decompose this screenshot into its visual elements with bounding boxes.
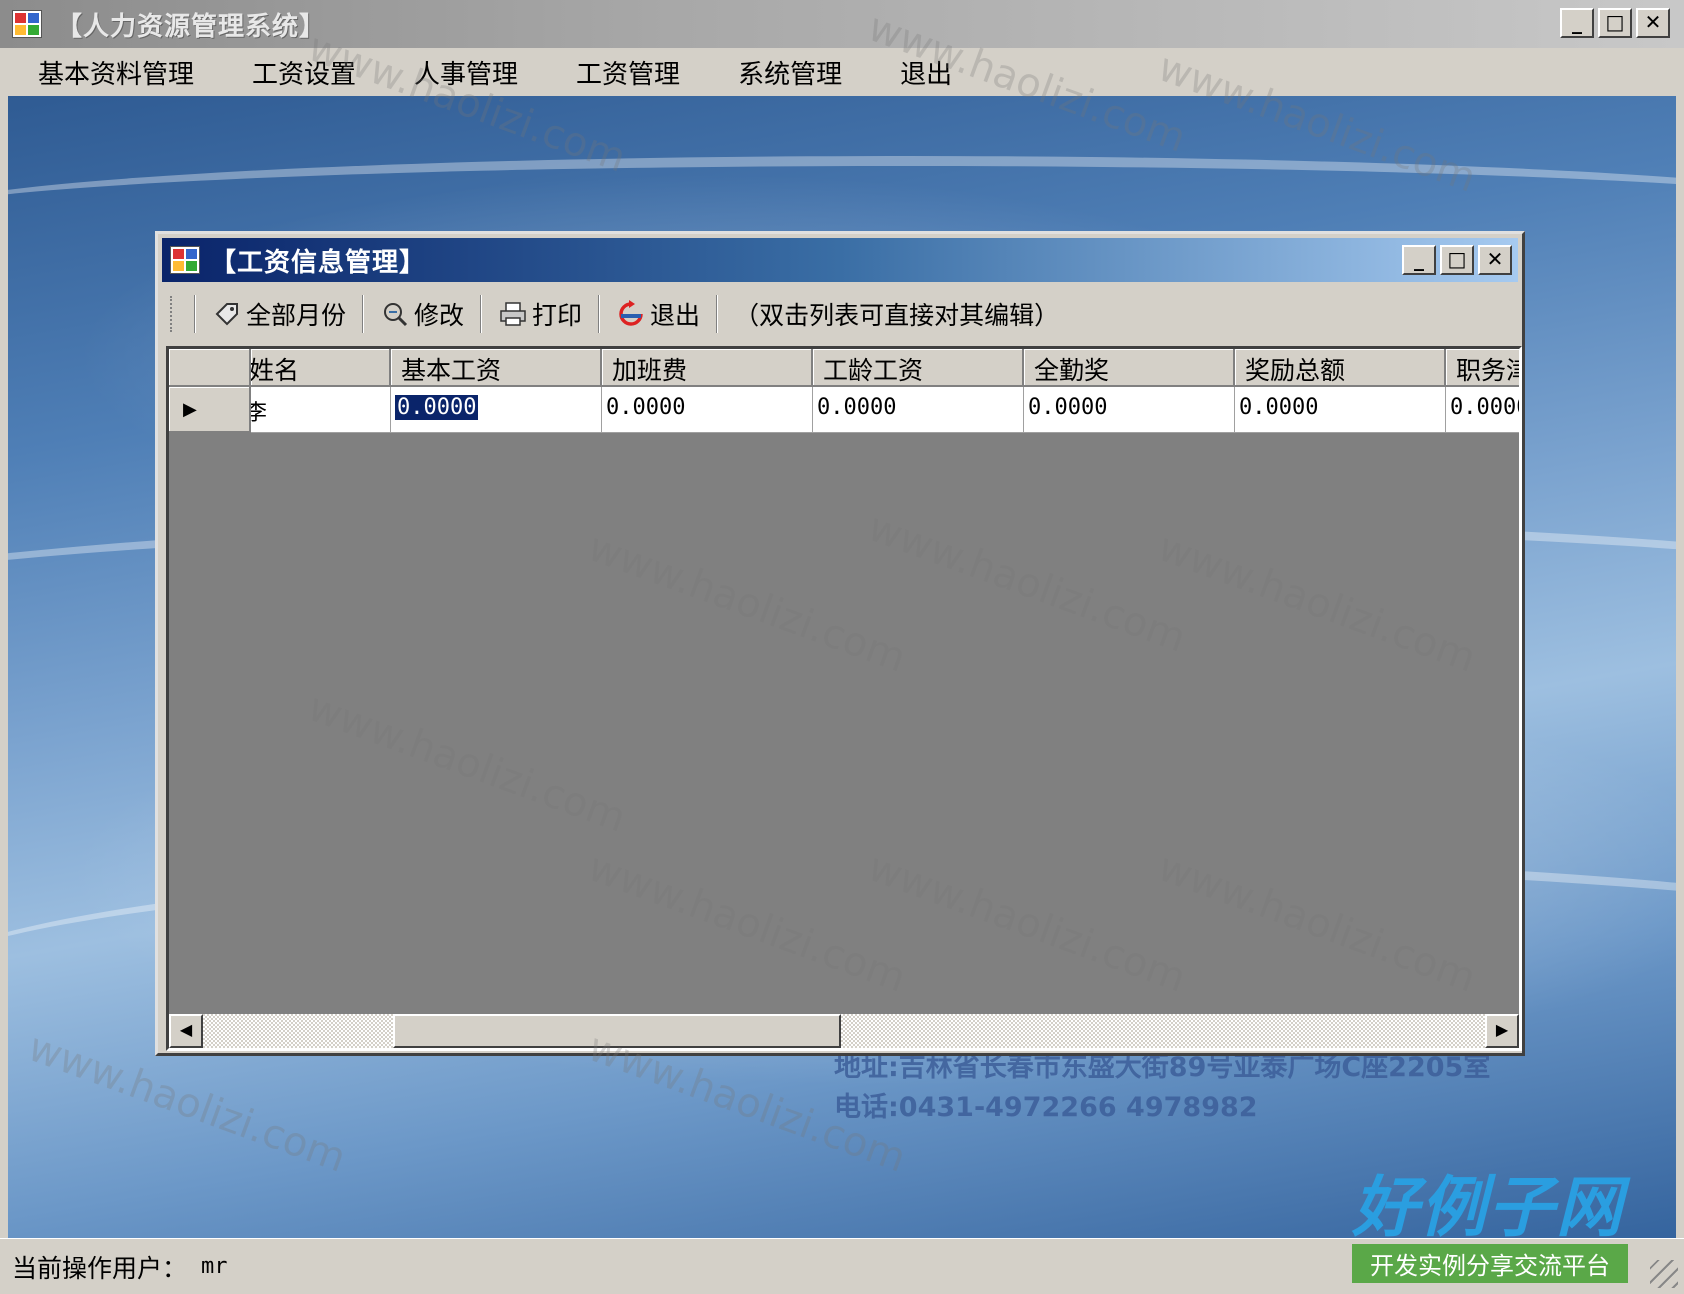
minimize-button[interactable]: _ [1560,8,1594,38]
cell-base-salary-selected[interactable]: 0.0000 [395,395,479,420]
toolbar-separator [362,295,365,333]
child-titlebar[interactable]: 【工资信息管理】 _ □ ✕ [162,238,1518,282]
resize-grip[interactable] [1650,1260,1678,1288]
toolbar-separator [194,295,196,333]
cell-overtime[interactable]: 0.0000 [602,387,813,433]
column-header-total-bonus[interactable]: 奖励总额 [1235,349,1446,387]
child-window-controls: _ □ ✕ [1402,245,1512,275]
print-label: 打印 [532,301,583,330]
menu-system[interactable]: 系统管理 [726,50,854,95]
toolbar-grip[interactable] [170,296,176,332]
toolbar-separator [598,295,601,333]
column-header-overtime[interactable]: 加班费 [602,349,813,387]
printer-icon [498,299,528,329]
cell-base-salary[interactable]: 0.0000 [391,387,602,433]
toolbar: 全部月份 修改 打印 退出 （双击列表可直接对其编辑） [166,288,1514,340]
cell-total-bonus[interactable]: 0.0000 [1235,387,1446,433]
column-header-name[interactable]: 姓名 [251,349,391,387]
scroll-right-arrow-icon[interactable]: ▶ [1485,1014,1519,1048]
menu-basic-info[interactable]: 基本资料管理 [26,50,206,95]
toolbar-separator [480,295,483,333]
maximize-button[interactable]: □ [1598,8,1632,38]
current-user-value: mr [201,1254,228,1279]
all-months-button[interactable]: 全部月份 [204,292,354,336]
table-row[interactable]: ▶ 李 0.0000 0.0000 0.0000 0.0000 0.0000 0… [169,387,1519,433]
main-window-controls: _ □ ✕ [1560,8,1670,38]
column-header-attendance-bonus[interactable]: 全勤奖 [1024,349,1235,387]
toolbar-hint: （双击列表可直接对其编辑） [734,301,1060,330]
brand-name: 好例子网 [1352,1169,1624,1246]
scroll-thumb[interactable] [393,1014,841,1048]
menu-personnel[interactable]: 人事管理 [402,50,530,95]
edit-button[interactable]: 修改 [372,292,472,336]
salary-info-window: 【工资信息管理】 _ □ ✕ 全部月份 修改 打印 退出 （双击列表可直接对其编… [155,231,1525,1056]
print-button[interactable]: 打印 [490,292,590,336]
main-titlebar: 【人力资源管理系统】 _ □ ✕ [0,0,1684,48]
menubar: 基本资料管理 工资设置 人事管理 工资管理 系统管理 退出 [0,48,1684,96]
menu-exit[interactable]: 退出 [888,50,964,95]
column-header-seniority-pay[interactable]: 工龄工资 [813,349,1024,387]
cell-name[interactable]: 李 [251,387,391,433]
address-block: 地址:吉林省长春市东盛大街89号亚泰广场C座2205室 电话:0431-4972… [834,1048,1490,1128]
window-icon [170,246,200,274]
horizontal-scrollbar[interactable]: ◀ ▶ [169,1014,1519,1048]
child-close-button[interactable]: ✕ [1478,245,1512,275]
refresh-exit-icon [616,299,646,329]
close-button[interactable]: ✕ [1636,8,1670,38]
app-icon [12,10,42,38]
tag-icon [212,299,242,329]
scroll-left-arrow-icon[interactable]: ◀ [169,1014,203,1048]
cell-position-allowance[interactable]: 0.0000 [1446,387,1519,433]
main-window-title: 【人力资源管理系统】 [56,11,327,42]
cell-attendance-bonus[interactable]: 0.0000 [1024,387,1235,433]
menu-salary-settings[interactable]: 工资设置 [240,50,368,95]
row-indicator[interactable]: ▶ [169,387,251,433]
child-minimize-button[interactable]: _ [1402,245,1436,275]
salary-grid[interactable]: 姓名 基本工资 加班费 工龄工资 全勤奖 奖励总额 职务津 ▶ 李 0.0000… [166,346,1522,1051]
child-window-title: 【工资信息管理】 [210,247,427,278]
edit-icon [380,299,410,329]
child-maximize-button[interactable]: □ [1440,245,1474,275]
current-user-label: 当前操作用户： [12,1253,188,1283]
brand-logo: 好例子网 开发实例分享交流平台 [1352,1172,1628,1283]
all-months-label: 全部月份 [246,301,347,330]
column-header-base-salary[interactable]: 基本工资 [391,349,602,387]
header-corner [169,349,251,387]
phone-text: 电话:0431-4972266 4978982 [834,1092,1258,1123]
column-header-position-allowance[interactable]: 职务津 [1446,349,1519,387]
grid-header: 姓名 基本工资 加班费 工龄工资 全勤奖 奖励总额 职务津 [169,349,1519,387]
menu-salary-management[interactable]: 工资管理 [564,50,692,95]
exit-label: 退出 [650,301,701,330]
toolbar-separator [716,295,719,333]
exit-button[interactable]: 退出 [608,292,708,336]
cell-seniority-pay[interactable]: 0.0000 [813,387,1024,433]
edit-label: 修改 [414,301,465,330]
brand-tagline: 开发实例分享交流平台 [1352,1244,1628,1283]
